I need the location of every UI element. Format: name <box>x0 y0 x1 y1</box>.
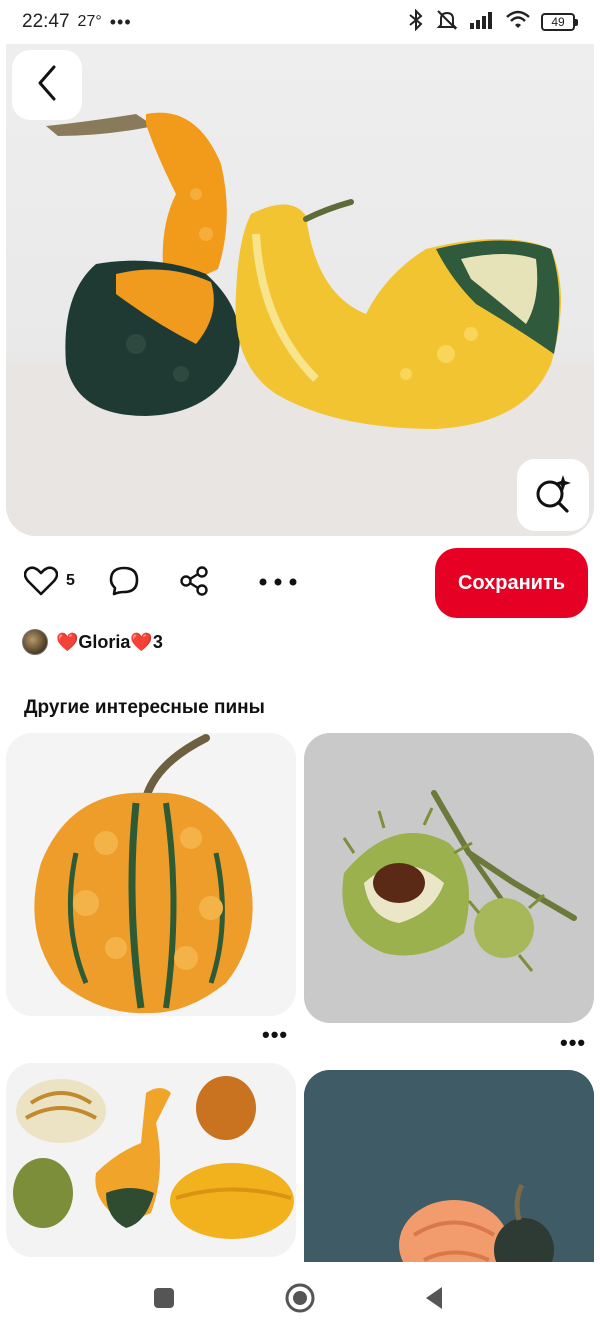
comment-icon <box>108 565 140 602</box>
related-pin-1-more[interactable]: ••• <box>262 1022 288 1048</box>
system-nav-bar <box>0 1262 600 1333</box>
more-ideas-title: Другие интересные пины <box>24 697 265 718</box>
status-bar: 22:47 27° ••• 49 <box>0 0 600 44</box>
system-back-button[interactable] <box>416 1282 452 1318</box>
heart-icon <box>23 565 59 601</box>
related-pin-1[interactable] <box>6 733 296 1016</box>
battery-level: 49 <box>541 13 575 31</box>
signal-icon <box>469 10 495 35</box>
home-button[interactable] <box>282 1282 318 1318</box>
battery-icon: 49 <box>541 13 578 31</box>
back-button[interactable] <box>12 50 82 120</box>
visual-search-icon <box>533 473 573 518</box>
more-options-button[interactable] <box>256 565 300 601</box>
save-button[interactable]: Сохранить <box>435 548 588 618</box>
status-temperature: 27° <box>77 13 102 30</box>
comment-button[interactable] <box>106 565 142 601</box>
avatar[interactable] <box>22 629 48 655</box>
more-icon <box>258 574 298 592</box>
recent-apps-icon <box>152 1286 176 1315</box>
pin-image[interactable] <box>6 44 594 536</box>
status-time: 22:47 <box>22 11 70 32</box>
home-icon <box>284 1282 316 1319</box>
share-button[interactable] <box>176 565 212 601</box>
back-triangle-icon <box>422 1285 446 1316</box>
pin-author[interactable]: ❤️Gloria❤️3 <box>22 628 163 656</box>
status-overflow: ••• <box>109 11 132 32</box>
pin-action-row: 5 Сохранить <box>0 548 600 618</box>
visual-search-button[interactable] <box>517 459 589 531</box>
related-pin-4[interactable] <box>304 1070 594 1270</box>
author-name[interactable]: ❤️Gloria❤️3 <box>56 632 163 653</box>
mute-icon <box>435 9 459 36</box>
related-pin-2-more[interactable]: ••• <box>560 1030 586 1056</box>
share-icon <box>178 565 210 602</box>
related-pin-2[interactable] <box>304 733 594 1023</box>
back-icon <box>32 63 62 108</box>
related-pin-3[interactable] <box>6 1063 296 1257</box>
wifi-icon <box>505 10 531 35</box>
like-count: 5 <box>66 572 75 589</box>
recent-apps-button[interactable] <box>146 1282 182 1318</box>
bluetooth-icon <box>407 8 425 36</box>
like-button[interactable] <box>22 565 60 601</box>
